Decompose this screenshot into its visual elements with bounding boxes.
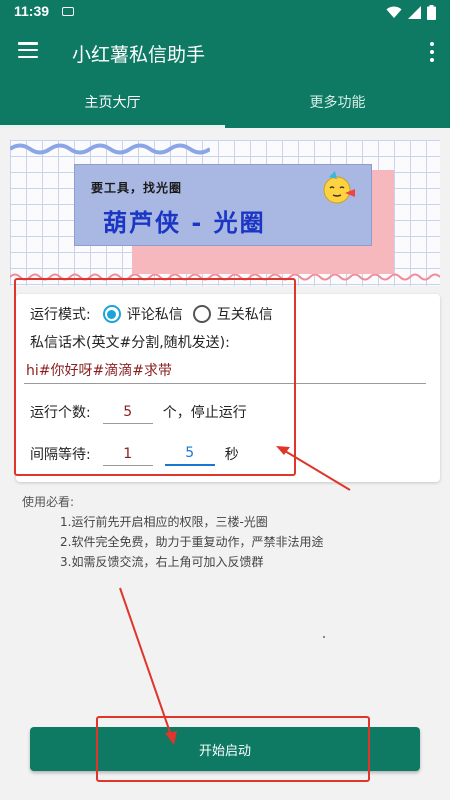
- annotation-arrow: [279, 447, 351, 491]
- annotation-arrowhead-icon: [165, 731, 177, 745]
- annotation-arrow: [119, 587, 173, 739]
- annotation-arrows: [119, 446, 351, 745]
